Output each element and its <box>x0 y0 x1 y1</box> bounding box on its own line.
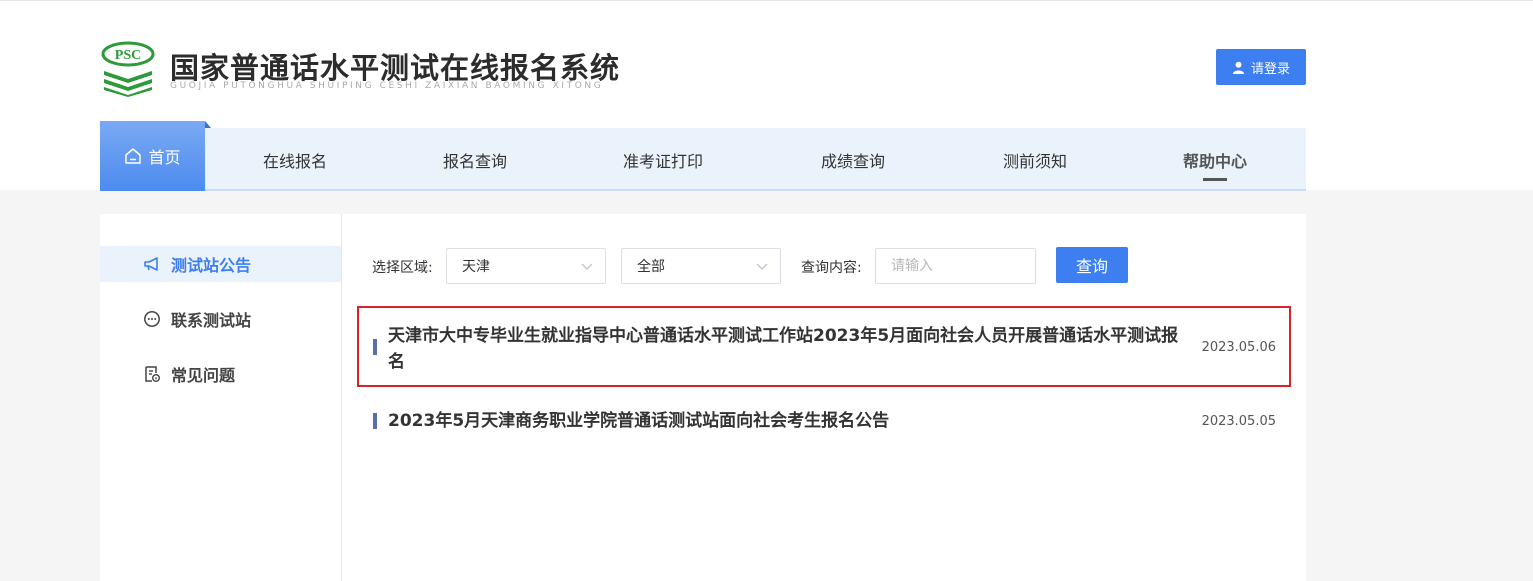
nav-pre-test-notice[interactable]: 测前须知 <box>965 128 1105 191</box>
site-subtitle: GUOJIA PUTONGHUA SHUIPING CESHI ZAIXIAN … <box>170 81 604 91</box>
query-label: 查询内容: <box>801 260 862 276</box>
nav-online-registration[interactable]: 在线报名 <box>225 128 365 191</box>
nav-help-center[interactable]: 帮助中心 <box>1145 128 1285 191</box>
notice-date: 2023.05.05 <box>1201 414 1276 429</box>
user-icon <box>1232 61 1245 74</box>
region-label: 选择区域: <box>372 260 433 276</box>
nav-active-indicator <box>1203 178 1227 181</box>
sidebar-item-contact-station[interactable]: 联系测试站 <box>100 301 341 337</box>
sidebar-item-faq[interactable]: 常见问题 <box>100 356 341 392</box>
nav-registration-query[interactable]: 报名查询 <box>405 128 545 191</box>
sidebar-item-label: 测试站公告 <box>171 256 252 275</box>
sidebar-item-station-notices[interactable]: 测试站公告 <box>100 246 341 282</box>
svg-text:PSC: PSC <box>115 48 141 63</box>
megaphone-icon <box>144 257 158 271</box>
sidebar: 测试站公告 联系测试站 常见问题 <box>100 214 342 581</box>
notice-title[interactable]: 2023年5月天津商务职业学院普通话测试站面向社会考生报名公告 <box>388 408 1188 434</box>
notice-item[interactable]: 天津市大中专毕业生就业指导中心普通话水平测试工作站2023年5月面向社会人员开展… <box>357 306 1291 387</box>
psc-logo-icon: PSC <box>101 41 155 97</box>
query-input[interactable] <box>875 248 1036 284</box>
chat-bubble-icon <box>144 311 160 327</box>
header: PSC 国家普通话水平测试在线报名系统 GUOJIA PUTONGHUA SHU… <box>0 1 1533 191</box>
region-select-value: 天津 <box>462 259 490 275</box>
chevron-down-icon <box>581 263 593 270</box>
site-logo[interactable]: PSC 国家普通话水平测试在线报名系统 GUOJIA PUTONGHUA SHU… <box>100 41 640 101</box>
nav-home-label: 首页 <box>148 148 181 167</box>
notice-date: 2023.05.06 <box>1201 340 1276 355</box>
nav-admission-ticket-print[interactable]: 准考证打印 <box>593 128 733 191</box>
category-select-value: 全部 <box>637 259 665 275</box>
sidebar-item-label: 常见问题 <box>171 366 236 385</box>
main-nav: 首页 在线报名 报名查询 准考证打印 成绩查询 测前须知 帮助中心 <box>100 121 1306 191</box>
category-select[interactable]: 全部 <box>621 248 781 284</box>
document-question-icon <box>145 366 160 382</box>
login-label: 请登录 <box>1250 61 1290 77</box>
nav-score-query[interactable]: 成绩查询 <box>783 128 923 191</box>
nav-home[interactable]: 首页 <box>100 121 211 191</box>
notice-marker <box>373 413 377 429</box>
chevron-down-icon <box>756 263 768 270</box>
notice-title[interactable]: 天津市大中专毕业生就业指导中心普通话水平测试工作站2023年5月面向社会人员开展… <box>388 323 1188 375</box>
login-button[interactable]: 请登录 <box>1216 49 1306 85</box>
sidebar-item-label: 联系测试站 <box>171 311 252 330</box>
region-select[interactable]: 天津 <box>446 248 606 284</box>
content-panel: 测试站公告 联系测试站 常见问题 选择区域: 天津 全部 查询内容: 请输入 查… <box>100 214 1306 581</box>
query-button[interactable]: 查询 <box>1056 247 1128 283</box>
notice-marker <box>373 339 377 355</box>
home-icon <box>125 148 142 164</box>
notice-item[interactable]: 2023年5月天津商务职业学院普通话测试站面向社会考生报名公告 2023.05.… <box>357 404 1291 444</box>
